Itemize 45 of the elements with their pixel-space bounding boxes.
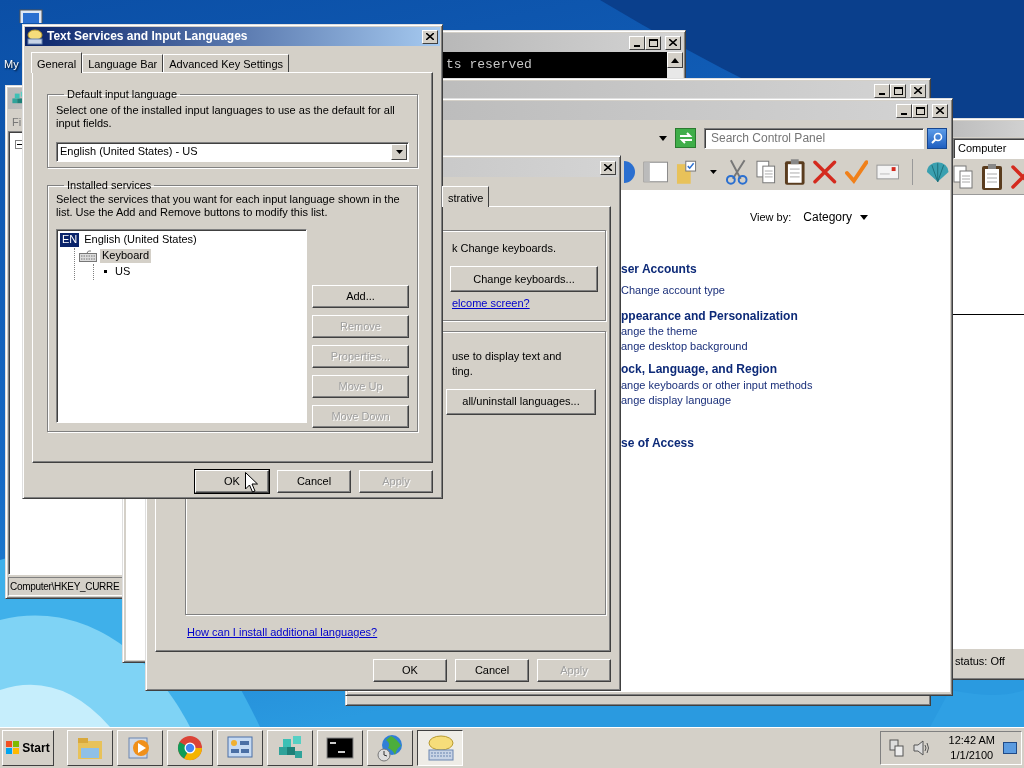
- instruction-text: use to display text and ting.: [452, 349, 563, 379]
- category-title[interactable]: se of Access: [621, 435, 694, 450]
- dialog-button[interactable]: Cancel: [455, 659, 529, 682]
- instruction-text: k Change keyboards.: [452, 242, 557, 256]
- desktop-icon-label[interactable]: My: [4, 58, 19, 72]
- address-field[interactable]: Computer: [953, 138, 1024, 159]
- window-title: Text Services and Input Languages: [47, 29, 248, 44]
- group-label: Installed services: [66, 180, 153, 191]
- dialog-button[interactable]: Add...: [312, 285, 409, 308]
- dialog-button[interactable]: Cancel: [277, 470, 351, 493]
- view-by-label: View by:: [749, 210, 792, 224]
- help-link[interactable]: elcome screen?: [452, 297, 530, 310]
- category-link[interactable]: ange display language: [621, 393, 732, 406]
- category-link[interactable]: ange desktop background: [621, 340, 748, 353]
- tree-item[interactable]: English (United States): [82, 233, 199, 247]
- category-link[interactable]: ange the theme: [621, 325, 698, 338]
- dialog-button[interactable]: OK: [195, 470, 269, 493]
- group-label: Default input language: [66, 89, 179, 100]
- category-link[interactable]: Change account type: [621, 283, 725, 296]
- tab[interactable]: Advanced Key Settings: [163, 54, 289, 72]
- description-text: Select the services that you want for each input language shown in the list. Use the Add and Remove buttons to modify this list.: [56, 193, 401, 219]
- tree-item[interactable]: US: [113, 265, 133, 279]
- console-text: ts reserved: [446, 57, 532, 72]
- category-link[interactable]: ange keyboards or other input methods: [621, 378, 813, 391]
- status-bar: Computer\HKEY_CURRE: [8, 577, 124, 596]
- tree-item[interactable]: Keyboard: [100, 249, 152, 263]
- status-text: status: Off: [955, 655, 1005, 667]
- help-link[interactable]: How can I install additional languages?: [187, 626, 378, 638]
- install-languages-button[interactable]: all/uninstall languages...: [446, 389, 596, 415]
- tab[interactable]: Language Bar: [82, 54, 164, 72]
- tab[interactable]: strative: [442, 186, 490, 207]
- category-title[interactable]: ppearance and Personalization: [621, 308, 798, 323]
- language-dropdown[interactable]: English (United States) - US: [56, 142, 409, 162]
- start-button[interactable]: Start: [2, 730, 54, 766]
- description-text: Select one of the installed input languages to use as the default for all input fields.: [56, 104, 396, 130]
- dialog-button[interactable]: OK: [373, 659, 447, 682]
- clock-date[interactable]: 1/1/2100: [950, 748, 994, 763]
- clock-time[interactable]: 12:42 AM: [948, 733, 995, 748]
- search-field[interactable]: Search Control Panel: [704, 127, 924, 149]
- language-badge: EN: [60, 233, 80, 247]
- tab[interactable]: General: [31, 52, 83, 73]
- category-title[interactable]: ser Accounts: [621, 262, 697, 277]
- change-keyboards-button[interactable]: Change keyboards...: [450, 266, 598, 293]
- view-by-dropdown[interactable]: Category: [801, 210, 870, 225]
- category-title[interactable]: ock, Language, and Region: [621, 362, 778, 377]
